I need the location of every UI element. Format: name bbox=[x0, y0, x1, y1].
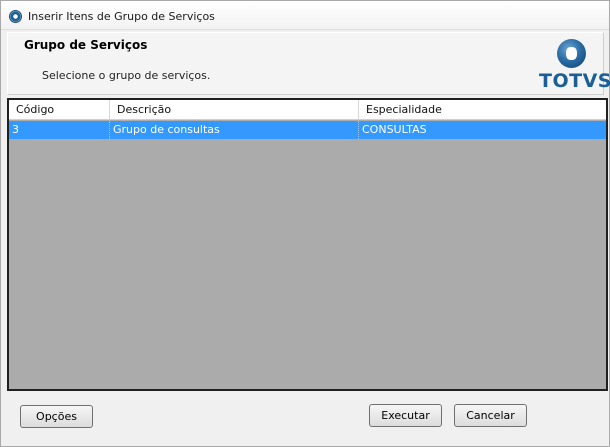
header-panel: Grupo de Serviços Selecione o grupo de s… bbox=[7, 32, 610, 95]
instruction-text: Selecione o grupo de serviços. bbox=[42, 69, 211, 82]
window-title: Inserir Itens de Grupo de Serviços bbox=[28, 10, 215, 23]
page-title: Grupo de Serviços bbox=[24, 38, 148, 52]
grid-header: Código Descrição Especialidade bbox=[9, 100, 606, 120]
totvs-wordmark: TOTVS bbox=[539, 70, 610, 92]
column-header-especialidade[interactable]: Especialidade bbox=[359, 100, 606, 119]
cell-codigo[interactable]: 3 bbox=[9, 121, 110, 139]
totvs-logo: TOTVS bbox=[538, 37, 610, 93]
options-button[interactable]: Opções bbox=[20, 405, 93, 428]
service-group-grid[interactable]: Código Descrição Especialidade 3 Grupo d… bbox=[7, 98, 608, 391]
execute-button[interactable]: Executar bbox=[369, 404, 442, 427]
table-row[interactable]: 3 Grupo de consultas CONSULTAS bbox=[9, 121, 606, 139]
totvs-logo-icon bbox=[557, 39, 586, 68]
app-icon bbox=[9, 10, 22, 23]
dialog-window: Inserir Itens de Grupo de Serviços Grupo… bbox=[0, 0, 610, 447]
title-bar[interactable]: Inserir Itens de Grupo de Serviços bbox=[1, 1, 609, 30]
cell-especialidade[interactable]: CONSULTAS bbox=[359, 121, 606, 139]
column-header-descricao[interactable]: Descrição bbox=[110, 100, 359, 119]
cancel-button[interactable]: Cancelar bbox=[454, 404, 527, 427]
column-header-codigo[interactable]: Código bbox=[9, 100, 110, 119]
cell-descricao[interactable]: Grupo de consultas bbox=[110, 121, 359, 139]
